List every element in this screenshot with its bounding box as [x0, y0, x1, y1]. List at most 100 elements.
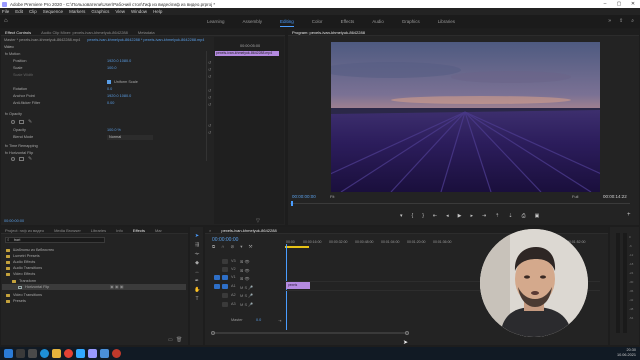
premiere-taskbar-icon[interactable]	[88, 349, 97, 358]
a1-source-patch[interactable]	[214, 284, 220, 289]
tab-audio-clip-mixer[interactable]: Audio Clip Mixer: pexels-ivan-khmelyuk-8…	[41, 30, 128, 35]
v3-target-toggle[interactable]	[222, 259, 228, 264]
menu-window[interactable]: Window	[131, 9, 147, 14]
file-explorer-icon[interactable]	[52, 349, 61, 358]
menu-sequence[interactable]: Sequence	[43, 9, 63, 14]
go-to-out-icon[interactable]: ⇥	[482, 213, 486, 219]
rectangle-mask-icon[interactable]	[19, 120, 24, 124]
play-icon[interactable]: ▶	[458, 213, 462, 219]
linked-selection-icon[interactable]: ⊘	[230, 244, 234, 250]
mark-in-icon[interactable]: {	[412, 213, 414, 219]
reset-icons[interactable]: ↺ ↺ ↺ ↺ ↺ ↺ ↺ ↺	[208, 59, 211, 136]
list-item-selected[interactable]: Horizontal Flip	[2, 284, 186, 290]
menu-view[interactable]: View	[115, 9, 125, 14]
new-bin-icon[interactable]: ▭	[168, 337, 173, 343]
list-item[interactable]: Presets	[6, 298, 26, 304]
timeline-timecode[interactable]: 00:00:00:00	[212, 237, 238, 243]
a1-target-toggle[interactable]	[222, 284, 228, 289]
selection-tool-icon[interactable]: ➤	[194, 233, 200, 239]
tab-project[interactable]: Project: гиф из видео	[5, 228, 44, 233]
a2-target-toggle[interactable]	[222, 293, 228, 298]
hand-tool-icon[interactable]: ✋	[194, 287, 200, 293]
quality-select[interactable]: Full	[572, 194, 578, 199]
flip-rectangle-mask-icon[interactable]	[19, 157, 24, 161]
add-marker-icon[interactable]: ▾	[400, 213, 403, 219]
v2-target-toggle[interactable]	[222, 267, 228, 272]
add-marker-timeline-icon[interactable]: ▾	[240, 244, 242, 250]
zoom-handle-right[interactable]	[405, 331, 409, 335]
tab-metadata[interactable]: Metadata	[138, 30, 155, 35]
task-view-icon[interactable]	[28, 349, 37, 358]
position-value[interactable]: 1920.0 1080.0	[107, 59, 131, 63]
start-button-icon[interactable]	[4, 349, 13, 358]
share-icon[interactable]: ⇪	[619, 18, 623, 24]
pen-tool-icon[interactable]: ✒	[194, 278, 200, 284]
program-title[interactable]: Program: pexels-ivan-khmelyuk-8642288	[292, 30, 365, 35]
blend-mode-select[interactable]: Normal	[107, 135, 153, 140]
tab-info[interactable]: Info	[116, 228, 123, 233]
menu-graphics[interactable]: Graphics	[91, 9, 109, 14]
snap-icon[interactable]: ∩	[221, 244, 224, 250]
tab-effect-controls[interactable]: Effect Controls	[5, 30, 31, 35]
ripple-edit-tool-icon[interactable]: ⟛	[194, 251, 200, 257]
recorder-icon[interactable]	[112, 349, 121, 358]
list-item[interactable]: Video Effects	[6, 271, 35, 277]
v1-source-patch[interactable]	[214, 275, 220, 280]
tab-audio[interactable]: Audio	[372, 19, 384, 24]
tab-libraries[interactable]: Libraries	[438, 19, 455, 24]
nest-icon[interactable]: ⧉	[212, 244, 215, 250]
uniform-scale-checkbox[interactable]	[107, 80, 111, 84]
opacity-value[interactable]: 100.0 %	[107, 128, 121, 132]
row-uniform-scale[interactable]: Uniform Scale	[107, 79, 138, 85]
track-toggles[interactable]: ⊠ 👁 ⊠ 👁 ⊠ 👁 M S 🎤 M S 🎤 M S 🎤	[240, 258, 253, 309]
row-motion[interactable]: fx Motion	[5, 51, 20, 57]
fit-select[interactable]: Fit	[330, 194, 334, 199]
filter-icon[interactable]: ▽	[256, 218, 260, 224]
timeline-clip[interactable]: pexels	[286, 282, 310, 289]
effect-controls-timecode[interactable]: 00:00:00:00	[4, 219, 24, 223]
v1-target-toggle[interactable]	[222, 275, 228, 280]
app-taskbar-icon[interactable]	[100, 349, 109, 358]
slip-tool-icon[interactable]: ↔	[194, 269, 200, 275]
extract-icon[interactable]: ⇣	[508, 213, 512, 219]
home-icon[interactable]: ⌂	[4, 18, 10, 24]
tab-markers[interactable]: Mar	[155, 228, 162, 233]
mark-out-icon[interactable]: }	[422, 213, 424, 219]
pen-mask-icon[interactable]: ✎	[28, 119, 32, 125]
flip-ellipse-mask-icon[interactable]	[11, 157, 15, 161]
anchor-point-value[interactable]: 1920.0 1080.0	[107, 94, 131, 98]
menu-help[interactable]: Help	[153, 9, 162, 14]
anti-flicker-value[interactable]: 0.00	[107, 101, 114, 105]
chrome-icon[interactable]	[64, 349, 73, 358]
tab-libraries-panel[interactable]: Libraries	[91, 228, 106, 233]
clip-line[interactable]: pexels-ivan-khmelyuk-8642288 * pexels-iv…	[87, 38, 204, 42]
wrench-icon[interactable]: ⚒	[249, 244, 253, 250]
scale-value[interactable]: 100.0	[107, 66, 117, 70]
minimize-button[interactable]: –	[598, 0, 612, 8]
close-sequence-icon[interactable]: ×	[209, 228, 211, 233]
step-back-icon[interactable]: ◂	[446, 213, 449, 219]
workspaces-more-icon[interactable]: »	[608, 18, 611, 24]
timeline-zoom-bar[interactable]	[212, 332, 408, 334]
razor-tool-icon[interactable]: ◆	[194, 260, 200, 266]
tab-effects-panel[interactable]: Effects	[133, 228, 145, 233]
comparison-view-icon[interactable]: ▣	[535, 213, 540, 219]
menu-edit[interactable]: Edit	[15, 9, 23, 14]
system-clock[interactable]: 20:30 10.06.2021	[617, 348, 636, 358]
track-select-tool-icon[interactable]: ⇶	[194, 242, 200, 248]
zoom-handle-left[interactable]	[211, 331, 215, 335]
photoshop-icon[interactable]	[76, 349, 85, 358]
maximize-button[interactable]: ▢	[612, 0, 626, 8]
export-frame-icon[interactable]: ⎙	[522, 213, 526, 219]
tab-editing[interactable]: Editing	[280, 19, 294, 27]
sequence-tab[interactable]: pexels-ivan-khmelyuk-8642288	[221, 228, 276, 233]
menu-clip[interactable]: Clip	[29, 9, 37, 14]
effect-mini-timeline[interactable]: 00:00:05:00 pexels-ivan-khmelyuk-8642288…	[214, 37, 284, 224]
tab-media-browser[interactable]: Media Browser	[54, 228, 81, 233]
program-scrub-bar[interactable]	[290, 203, 630, 204]
program-playhead[interactable]	[291, 201, 293, 206]
row-time-remapping[interactable]: fx Time Remapping	[5, 143, 38, 149]
tab-color[interactable]: Color	[312, 19, 323, 24]
tab-learning[interactable]: Learning	[207, 19, 225, 24]
lift-icon[interactable]: ⇡	[495, 213, 499, 219]
